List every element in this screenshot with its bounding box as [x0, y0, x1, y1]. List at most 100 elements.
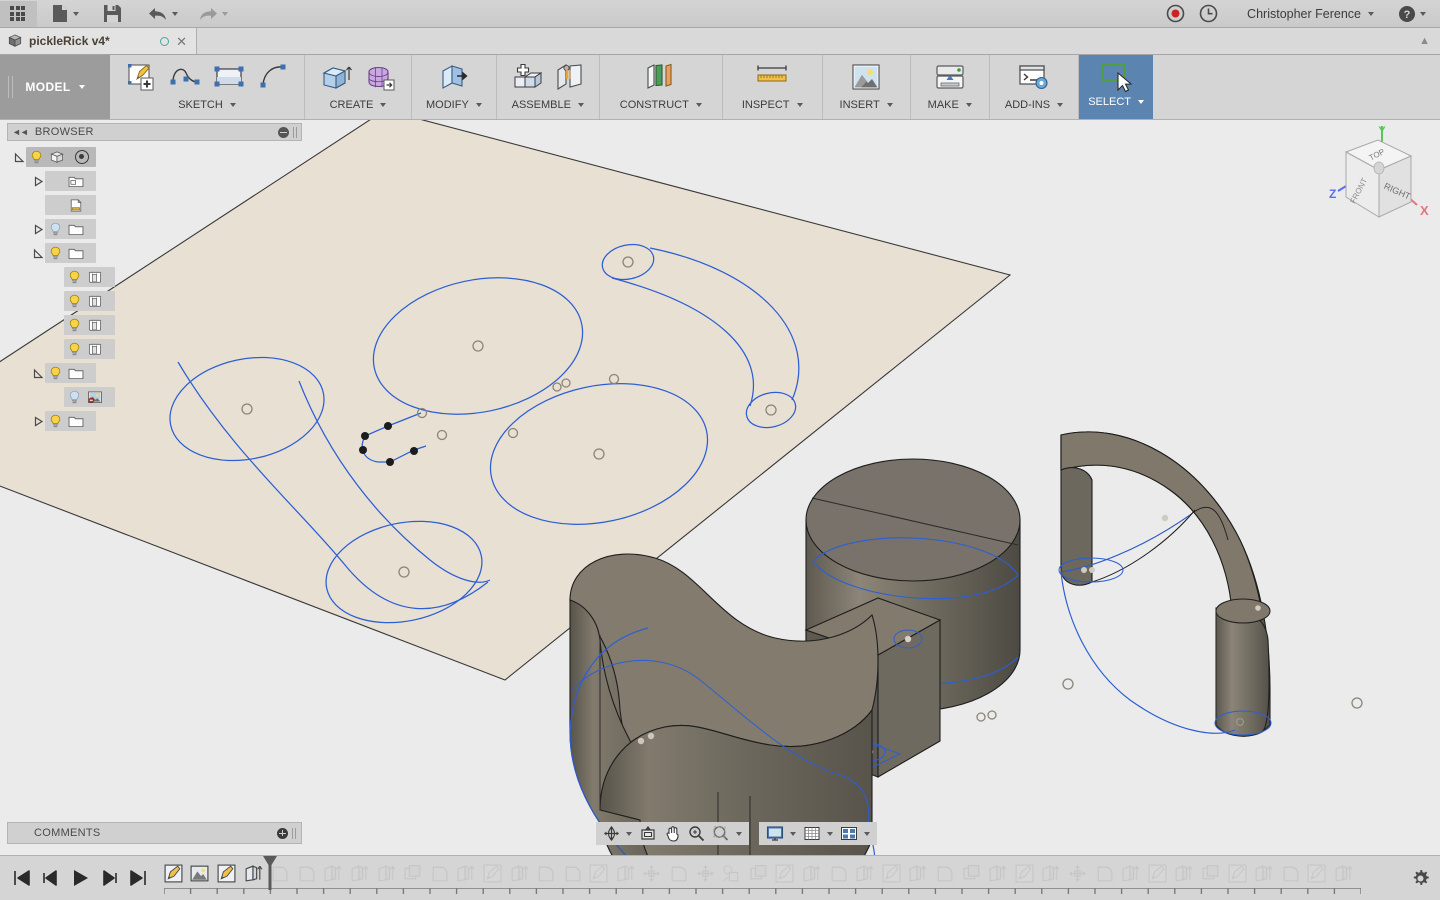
- chevron-up-icon[interactable]: ▲: [1419, 35, 1430, 47]
- create-form-button[interactable]: [360, 59, 400, 95]
- ribbon-group-label-construct[interactable]: CONSTRUCT: [620, 99, 702, 111]
- timeline-feature-fillet[interactable]: [559, 861, 586, 887]
- ribbon-group-label-modify[interactable]: MODIFY: [426, 99, 482, 111]
- browser-row-body-2[interactable]: [7, 289, 302, 313]
- light-bulb-icon[interactable]: [48, 414, 63, 429]
- browser-row-body-3[interactable]: [7, 313, 302, 337]
- line-button[interactable]: [165, 59, 205, 95]
- timeline-feature-extrude[interactable]: [346, 861, 373, 887]
- orbit-button[interactable]: [600, 823, 635, 844]
- insert-canvas-button[interactable]: [846, 59, 886, 95]
- timeline-feature-extrude[interactable]: [320, 861, 347, 887]
- double-left-arrow-icon[interactable]: ◄◄: [12, 127, 29, 137]
- light-bulb-icon[interactable]: [67, 318, 82, 333]
- ribbon-group-label-inspect[interactable]: INSPECT: [742, 99, 803, 111]
- fit-point-1[interactable]: [384, 422, 392, 430]
- sync-circle-icon[interactable]: [160, 36, 170, 46]
- display-settings-button[interactable]: [763, 823, 799, 844]
- timeline-feature-extrude[interactable]: [1330, 861, 1357, 887]
- timeline-feature-extrude[interactable]: [1117, 861, 1144, 887]
- go-to-end-button[interactable]: [128, 868, 148, 888]
- save-button[interactable]: [97, 1, 128, 27]
- timeline-feature-combine[interactable]: [745, 861, 772, 887]
- timeline-feature-fillet[interactable]: [931, 861, 958, 887]
- timeline-feature-move[interactable]: [639, 861, 666, 887]
- browser-row-content[interactable]: [45, 363, 96, 383]
- browser-tree[interactable]: [7, 141, 302, 433]
- arc-button[interactable]: [253, 59, 293, 95]
- job-status-button[interactable]: [1193, 1, 1224, 27]
- timeline-feature-extrude[interactable]: [1250, 861, 1277, 887]
- redo-button[interactable]: [192, 1, 234, 27]
- light-bulb-icon[interactable]: [48, 222, 63, 237]
- timeline-feature-extrude[interactable]: [1171, 861, 1198, 887]
- fit-point-2[interactable]: [361, 432, 369, 440]
- timeline-feature-sketch[interactable]: [479, 861, 506, 887]
- browser-row-content[interactable]: [45, 243, 96, 263]
- panel-grip[interactable]: [292, 827, 296, 839]
- go-to-beginning-button[interactable]: [12, 868, 32, 888]
- timeline-feature-sketch[interactable]: [878, 861, 905, 887]
- timeline-feature-extrude[interactable]: [506, 861, 533, 887]
- browser-row-content[interactable]: [64, 291, 115, 311]
- ribbon-group-label-addins[interactable]: ADD-INS: [1005, 99, 1064, 111]
- timeline-feature-sketch[interactable]: [1224, 861, 1251, 887]
- timeline-feature-extrude[interactable]: [905, 861, 932, 887]
- ribbon-group-label-make[interactable]: MAKE: [928, 99, 972, 111]
- timeline-feature-sketch[interactable]: [1304, 861, 1331, 887]
- user-account-menu[interactable]: Christopher Ference: [1238, 1, 1380, 27]
- browser-row-bodies-folder[interactable]: [7, 241, 302, 265]
- step-forward-button[interactable]: [99, 868, 119, 888]
- browser-row-content[interactable]: [45, 219, 96, 239]
- zoom-button[interactable]: [685, 823, 708, 844]
- fit-point-3[interactable]: [359, 446, 367, 454]
- timeline-feature-extrude[interactable]: [373, 861, 400, 887]
- timeline-feature-move[interactable]: [1064, 861, 1091, 887]
- timeline-feature-sketch[interactable]: [1011, 861, 1038, 887]
- timeline-feature-extrude[interactable]: [612, 861, 639, 887]
- timeline-feature-canvas[interactable]: [187, 861, 214, 887]
- browser-row-units[interactable]: [7, 193, 302, 217]
- timeline-feature-combine[interactable]: [1197, 861, 1224, 887]
- timeline-feature-fillet[interactable]: [293, 861, 320, 887]
- disclosure-expanded-icon[interactable]: [31, 368, 45, 379]
- light-bulb-icon[interactable]: [48, 366, 63, 381]
- comments-panel[interactable]: COMMENTS: [7, 822, 302, 844]
- browser-row-body-4[interactable]: [7, 337, 302, 361]
- undo-button[interactable]: [142, 1, 184, 27]
- grid-snaps-button[interactable]: [800, 823, 836, 844]
- apps-grid-button[interactable]: [0, 0, 37, 27]
- point-free-e[interactable]: [1062, 678, 1074, 690]
- light-bulb-icon[interactable]: [29, 150, 44, 165]
- browser-row-origin[interactable]: [7, 217, 302, 241]
- fit-point-5[interactable]: [410, 447, 418, 455]
- timeline-feature-extrude[interactable]: [1038, 861, 1065, 887]
- pan-button[interactable]: [661, 823, 684, 844]
- solid-body-curved-arm[interactable]: [1058, 431, 1272, 737]
- ribbon-group-label-create[interactable]: CREATE: [330, 99, 387, 111]
- timeline-feature-fillet[interactable]: [1277, 861, 1304, 887]
- disclosure-expanded-icon[interactable]: [31, 248, 45, 259]
- timeline-feature-extrude[interactable]: [798, 861, 825, 887]
- scripts-and-addins-button[interactable]: [1014, 59, 1054, 95]
- timeline-feature-combine[interactable]: [399, 861, 426, 887]
- workspace-switcher[interactable]: MODEL: [0, 55, 110, 119]
- light-bulb-icon[interactable]: [48, 246, 63, 261]
- timeline-feature-sketch[interactable]: [160, 861, 187, 887]
- ribbon-group-label-select[interactable]: SELECT: [1088, 96, 1144, 108]
- browser-row-content[interactable]: [64, 267, 115, 287]
- browser-row-content[interactable]: [45, 195, 96, 215]
- browser-row-sketches-folder[interactable]: [7, 409, 302, 433]
- fit-point-4[interactable]: [386, 458, 394, 466]
- timeline-feature-split-body[interactable]: [718, 861, 745, 887]
- circle-minus-icon[interactable]: [278, 126, 289, 138]
- timeline-feature-extrude[interactable]: [453, 861, 480, 887]
- ribbon-group-label-insert[interactable]: INSERT: [840, 99, 893, 111]
- browser-row-content[interactable]: [64, 315, 115, 335]
- panel-grip[interactable]: [293, 126, 297, 138]
- record-button[interactable]: [1160, 1, 1191, 27]
- browser-row-content[interactable]: [64, 339, 115, 359]
- ribbon-group-label-assemble[interactable]: ASSEMBLE: [512, 99, 584, 111]
- browser-row-document-root[interactable]: [7, 145, 302, 169]
- activate-component-icon[interactable]: [75, 150, 89, 164]
